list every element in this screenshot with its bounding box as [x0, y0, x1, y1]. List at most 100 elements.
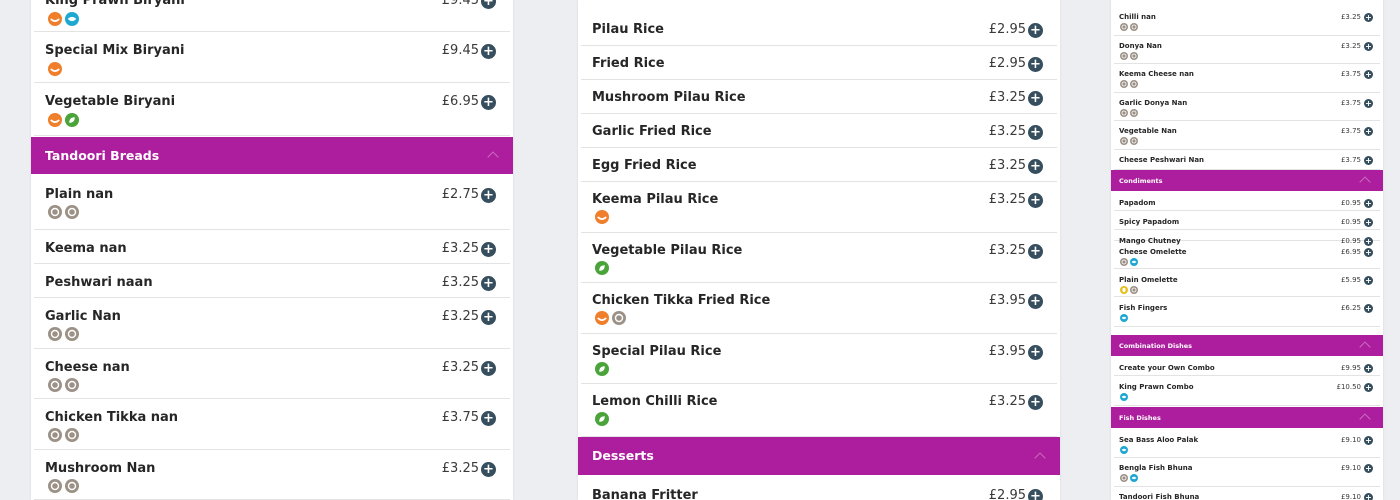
add-to-order-button[interactable]: + — [1364, 41, 1373, 51]
add-to-order-button[interactable]: + — [1364, 276, 1373, 285]
category-header[interactable]: Combination Dishes — [1111, 335, 1383, 356]
add-to-order-button[interactable]: + — [1364, 218, 1373, 227]
category-header[interactable]: Desserts — [578, 437, 1060, 475]
add-to-order-button[interactable]: + — [1364, 199, 1373, 208]
menu-item-bengla-fish-bhuna[interactable]: Bengla Fish Bhuna £9.10 + — [1114, 458, 1380, 487]
add-to-order-button[interactable]: + — [1028, 193, 1043, 208]
add-to-order-button[interactable]: + — [1364, 364, 1373, 373]
dietary-icons — [595, 210, 609, 224]
add-to-order-button[interactable]: + — [1028, 57, 1043, 72]
menu-item-pilau-rice[interactable]: Pilau Rice £2.95 + — [581, 12, 1057, 46]
add-to-order-button[interactable]: + — [481, 411, 496, 426]
menu-item-plain-nan[interactable]: Plain nan £2.75 + — [34, 176, 510, 230]
menu-item-spicy-papadom[interactable]: Spicy Papadom £0.95 + — [1114, 211, 1380, 230]
menu-item-garlic-fried-rice[interactable]: Garlic Fried Rice £3.25 + — [581, 114, 1057, 148]
add-to-order-button[interactable]: + — [1028, 23, 1043, 38]
category-header[interactable]: Condiments — [1111, 170, 1383, 191]
chevron-up-icon[interactable] — [1359, 413, 1371, 425]
add-to-order-button[interactable]: + — [1364, 493, 1373, 500]
category-header[interactable]: Tandoori Breads — [31, 137, 513, 174]
item-name: Mushroom Pilau Rice — [592, 90, 746, 105]
chevron-up-icon[interactable] — [487, 151, 499, 163]
dietary-icons — [1120, 23, 1138, 31]
add-to-order-button[interactable]: + — [1028, 159, 1043, 174]
add-to-order-button[interactable]: + — [1364, 383, 1373, 392]
menu-item-garlic-donya-nan[interactable]: Garlic Donya Nan £3.75 + — [1114, 93, 1380, 121]
gluten-icon — [612, 311, 626, 325]
add-to-order-button[interactable]: + — [1364, 248, 1373, 257]
menu-item-egg-fried-rice[interactable]: Egg Fried Rice £3.25 + — [581, 148, 1057, 182]
menu-item-mango-chutney[interactable]: Mango Chutney £0.95 + — [1114, 230, 1380, 246]
add-to-order-button[interactable]: + — [1028, 395, 1043, 410]
menu-item-donya-nan[interactable]: Donya Nan £3.25 + — [1114, 36, 1380, 64]
menu-item-chicken-tikka-nan[interactable]: Chicken Tikka nan £3.75 + — [34, 399, 510, 450]
category-header[interactable]: Fish Dishes — [1111, 407, 1383, 428]
add-to-order-button[interactable]: + — [1364, 13, 1373, 22]
add-to-order-button[interactable]: + — [481, 44, 496, 59]
menu-item-create-your-own-combo[interactable]: Create your Own Combo £9.95 + — [1114, 357, 1380, 376]
menu-item-keema-nan[interactable]: Keema nan £3.25 + — [34, 230, 510, 264]
menu-item-papadom[interactable]: Papadom £0.95 + — [1114, 192, 1380, 211]
menu-item-chilli-nan[interactable]: Chilli nan £3.25 + — [1114, 7, 1380, 36]
dietary-icons — [1120, 137, 1138, 145]
menu-panel-middle: Pilau Rice £2.95 + Fried Rice £2.95 + Mushroom… — [578, 0, 1060, 500]
add-to-order-button[interactable]: + — [1028, 489, 1043, 500]
add-to-order-button[interactable]: + — [1028, 244, 1043, 259]
add-to-order-button[interactable]: + — [1364, 464, 1373, 473]
menu-item-vegetable-pilau-rice[interactable]: Vegetable Pilau Rice £3.25 + — [581, 233, 1057, 283]
menu-item-lemon-chilli-rice[interactable]: Lemon Chilli Rice £3.25 + — [581, 384, 1057, 437]
menu-item-banana-fritter[interactable]: Banana Fritter £2.95 + — [581, 478, 1057, 500]
add-to-order-button[interactable]: + — [481, 276, 496, 291]
menu-item-cheese-peshwari-nan[interactable]: Cheese Peshwari Nan £3.75 + — [1114, 150, 1380, 170]
add-to-order-button[interactable]: + — [1364, 436, 1373, 445]
menu-item-vegetable-nan[interactable]: Vegetable Nan £3.75 + — [1114, 121, 1380, 150]
nuts-icon — [65, 205, 79, 219]
add-to-order-button[interactable]: + — [1028, 345, 1043, 360]
category-title: Condiments — [1119, 177, 1163, 185]
item-name: Egg Fried Rice — [592, 158, 697, 173]
menu-item-mushroom-nan[interactable]: Mushroom Nan £3.25 + — [34, 450, 510, 500]
item-name: King Prawn Biryani — [45, 0, 185, 8]
menu-item-tandoori-fish-bhuna[interactable]: Tandoori Fish Bhuna £9.10 + — [1114, 487, 1380, 500]
add-to-order-button[interactable]: + — [481, 188, 496, 203]
nuts-icon — [65, 327, 79, 341]
menu-item-vegetable-biryani[interactable]: Vegetable Biryani £6.95 + — [34, 83, 510, 136]
menu-item-peshwari-naan[interactable]: Peshwari naan £3.25 + — [34, 264, 510, 298]
menu-item-special-mix-biryani[interactable]: Special Mix Biryani £9.45 + — [34, 32, 510, 83]
add-to-order-button[interactable]: + — [481, 95, 496, 110]
add-to-order-button[interactable]: + — [481, 361, 496, 376]
add-to-order-button[interactable]: + — [1028, 91, 1043, 106]
menu-item-cheese-omelette[interactable]: Cheese Omelette £6.95 + — [1114, 241, 1380, 269]
menu-item-king-prawn-biryani[interactable]: King Prawn Biryani £9.45 + — [34, 0, 510, 32]
chevron-up-icon[interactable] — [1359, 341, 1371, 353]
menu-item-plain-omelette[interactable]: Plain Omelette £5.95 + — [1114, 269, 1380, 297]
menu-item-mushroom-pilau-rice[interactable]: Mushroom Pilau Rice £3.25 + — [581, 80, 1057, 114]
menu-item-special-pilau-rice[interactable]: Special Pilau Rice £3.95 + — [581, 334, 1057, 384]
item-price: £3.25 — [441, 241, 479, 256]
add-to-order-button[interactable]: + — [481, 242, 496, 257]
add-to-order-button[interactable]: + — [481, 462, 496, 477]
add-to-order-button[interactable]: + — [481, 310, 496, 325]
add-to-order-button[interactable]: + — [1028, 125, 1043, 140]
add-to-order-button[interactable]: + — [1364, 155, 1373, 165]
chevron-up-icon[interactable] — [1359, 176, 1371, 188]
menu-item-fish-fingers[interactable]: Fish Fingers £6.25 + — [1114, 297, 1380, 327]
menu-item-cheese-nan[interactable]: Cheese nan £3.25 + — [34, 349, 510, 399]
menu-item-garlic-nan[interactable]: Garlic Nan £3.25 + — [34, 298, 510, 349]
gluten-icon — [48, 428, 62, 442]
menu-item-fried-rice[interactable]: Fried Rice £2.95 + — [581, 46, 1057, 80]
menu-item-keema-pilau-rice[interactable]: Keema Pilau Rice £3.25 + — [581, 182, 1057, 233]
add-to-order-button[interactable]: + — [1364, 127, 1373, 136]
add-to-order-button[interactable]: + — [1364, 70, 1373, 79]
menu-item-king-prawn-combo[interactable]: King Prawn Combo £10.50 + — [1114, 376, 1380, 406]
add-to-order-button[interactable]: + — [1028, 294, 1043, 309]
menu-item-keema-cheese-nan[interactable]: Keema Cheese nan £3.75 + — [1114, 64, 1380, 93]
add-to-order-button[interactable]: + — [1364, 98, 1373, 108]
chevron-up-icon[interactable] — [1034, 452, 1046, 464]
add-to-order-button[interactable]: + — [1364, 304, 1373, 313]
item-price: £6.95 — [441, 94, 479, 109]
add-to-order-button[interactable]: + — [481, 0, 496, 9]
item-name: Cheese nan — [45, 360, 130, 375]
menu-item-chicken-tikka-fried-rice[interactable]: Chicken Tikka Fried Rice £3.95 + — [581, 283, 1057, 334]
menu-item-sea-bass-aloo-palak[interactable]: Sea Bass Aloo Palak £9.10 + — [1114, 430, 1380, 458]
